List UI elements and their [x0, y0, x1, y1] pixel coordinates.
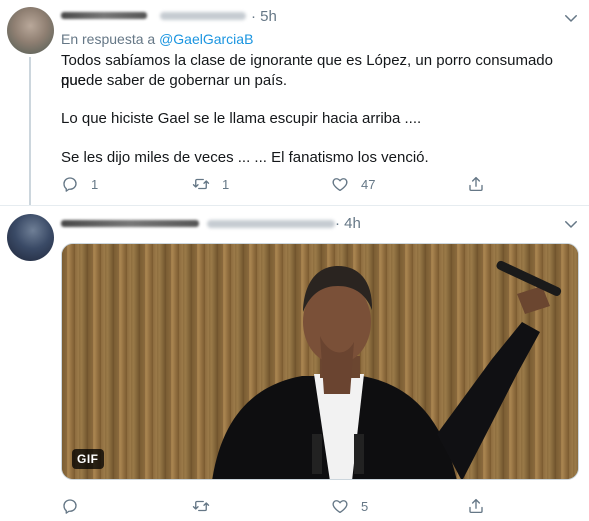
mention-link[interactable]: @GaelGarciaB	[159, 31, 253, 47]
share-icon	[469, 498, 483, 514]
redacted-handle[interactable]	[207, 220, 335, 228]
like-count: 47	[361, 176, 376, 192]
retweet-button[interactable]	[192, 496, 222, 516]
share-button[interactable]	[467, 496, 485, 516]
reply-prefix: En respuesta a	[61, 31, 160, 47]
gif-badge: GIF	[72, 449, 104, 469]
gif-image	[62, 244, 578, 479]
retweet-icon	[192, 500, 210, 512]
reply-count: 1	[91, 176, 99, 192]
timestamp[interactable]: · 4h	[335, 215, 361, 232]
tweet-text-line: Lo que hiciste Gael se le llama escupir …	[61, 110, 422, 127]
tweet-text-line: puede saber de gobernar un país.	[61, 72, 288, 89]
redacted-display-name[interactable]	[61, 220, 199, 227]
redacted-display-name[interactable]	[61, 12, 147, 19]
reply-button[interactable]	[61, 496, 91, 516]
tweet[interactable]: · 5h En respuesta a @GaelGarciaB Todos s…	[0, 0, 589, 205]
chevron-down-icon[interactable]	[562, 215, 580, 233]
gif-media[interactable]: GIF	[61, 243, 579, 480]
reply-icon	[63, 177, 77, 192]
share-button[interactable]	[467, 174, 485, 194]
timestamp[interactable]: · 5h	[251, 8, 277, 25]
reply-context: En respuesta a @GaelGarciaB	[61, 31, 253, 47]
like-icon	[332, 178, 348, 192]
tweet-actions: 1 1 47	[61, 174, 531, 194]
tweet-text-line: Se les dijo miles de veces ... ... El fa…	[61, 149, 429, 166]
like-icon	[332, 500, 348, 514]
retweet-icon	[192, 178, 210, 190]
reply-button[interactable]: 1	[61, 174, 98, 194]
avatar[interactable]	[7, 214, 54, 261]
avatar[interactable]	[7, 7, 54, 54]
like-button[interactable]: 5	[331, 496, 368, 516]
redacted-handle[interactable]	[160, 12, 246, 20]
share-icon	[469, 176, 483, 192]
retweet-button[interactable]: 1	[192, 174, 229, 194]
tweet[interactable]: · 4h GIF 5	[0, 205, 589, 521]
like-count: 5	[361, 498, 369, 514]
tweet-actions: 5	[61, 496, 531, 516]
reply-icon	[63, 499, 77, 514]
chevron-down-icon[interactable]	[562, 9, 580, 27]
thread-line	[29, 57, 31, 205]
retweet-count: 1	[222, 176, 230, 192]
like-button[interactable]: 47	[331, 174, 375, 194]
